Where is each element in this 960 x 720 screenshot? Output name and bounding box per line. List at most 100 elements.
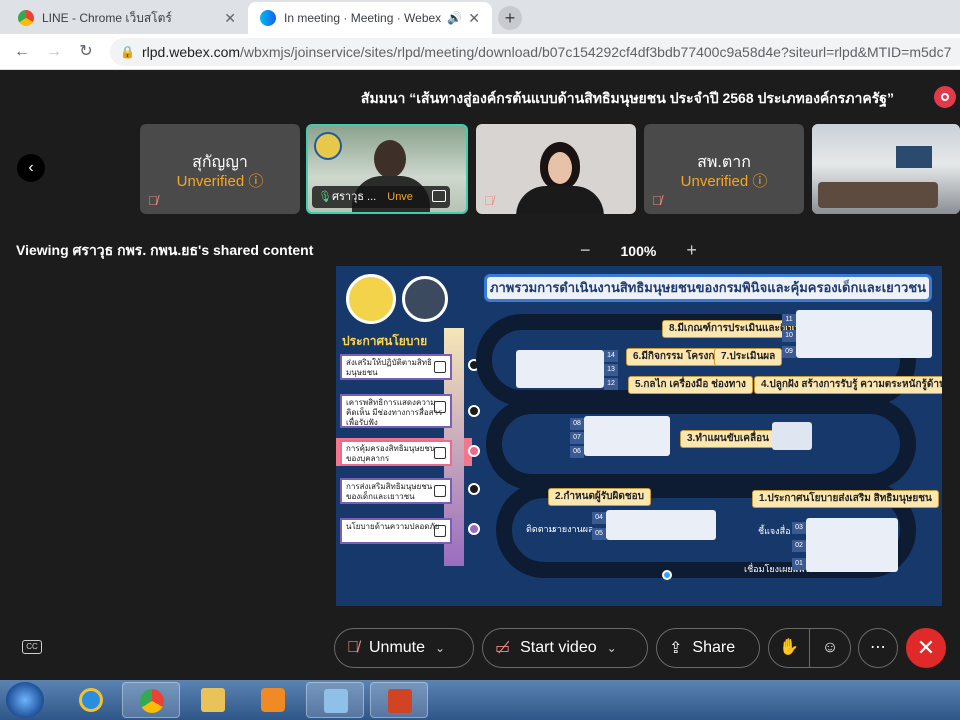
- window-icon: [324, 689, 348, 713]
- step-number: 10: [782, 330, 796, 342]
- location-pin-icon: [662, 570, 672, 580]
- reactions-button[interactable]: ☺: [809, 628, 851, 668]
- tab-line[interactable]: LINE - Chrome เว็บสโตร์ ✕: [6, 2, 248, 34]
- participant-name: ศราวุธ ...: [332, 191, 377, 203]
- close-icon[interactable]: ✕: [468, 10, 480, 27]
- browser-tab-strip: LINE - Chrome เว็บสโตร์ ✕ In meeting · M…: [0, 0, 960, 34]
- side-label: ติดตาม: [526, 524, 555, 534]
- start-video-button[interactable]: ▭̸ Start video ⌄: [482, 628, 648, 668]
- tab-meeting[interactable]: In meeting · Meeting · Webex 🔊 ✕: [248, 2, 492, 34]
- mic-icon: 🎙: [318, 191, 332, 203]
- mic-muted-icon: 🎙̸: [347, 639, 359, 656]
- chrome-webstore-icon: [18, 10, 34, 26]
- unverified-label: Unverified ⓘ: [680, 173, 768, 190]
- node-icon: [468, 445, 480, 457]
- room-screen: [896, 146, 932, 168]
- policy-item: การส่งเสริมสิทธิมนุษยชน ของเด็กและเยาวชน: [340, 478, 452, 504]
- webex-icon: [260, 10, 276, 26]
- close-icon[interactable]: ✕: [224, 10, 236, 27]
- back-arrow-icon[interactable]: ←: [10, 40, 34, 64]
- side-label: ชี้แจงสื่อ: [758, 526, 791, 536]
- director-photo: [402, 276, 448, 322]
- info-box: [516, 350, 604, 388]
- taskbar-chrome[interactable]: [122, 682, 180, 718]
- unmute-label: Unmute: [369, 639, 426, 656]
- shared-title: ภาพรวมการดำเนินงานสิทธิมนุษยชนของกรมพินิ…: [484, 274, 932, 302]
- zoom-out-button[interactable]: −: [580, 240, 591, 261]
- taskbar-media[interactable]: [244, 682, 302, 718]
- smiley-icon: ☺: [821, 639, 839, 656]
- step-number: 09: [782, 346, 796, 358]
- tab-title: LINE - Chrome เว็บสโตร์: [42, 10, 172, 25]
- help-icon: ⓘ: [248, 173, 264, 190]
- step-label: 5.กลไก เครื่องมือ ช่องทาง: [628, 376, 753, 394]
- chevron-down-icon[interactable]: ⌄: [607, 641, 617, 655]
- room-table: [818, 182, 938, 208]
- unmute-button[interactable]: 🎙̸ Unmute ⌄: [334, 628, 474, 668]
- step-number: 03: [792, 522, 806, 534]
- participant-tile[interactable]: [812, 124, 960, 214]
- policy-item: นโยบายด้านความปลอดภัย: [340, 518, 452, 544]
- speaker-icon[interactable]: 🔊: [447, 11, 462, 25]
- closed-caption-icon[interactable]: CC: [22, 640, 42, 654]
- reload-icon[interactable]: ↻: [74, 40, 98, 64]
- step-label: 1.ประกาศนโยบายส่งเสริม สิทธิมนุษยชน: [752, 490, 939, 508]
- step-label: 2.กำหนดผู้รับผิดชอบ: [548, 488, 652, 506]
- mic-muted-icon: 🎙̸: [148, 193, 158, 208]
- logo-icon: [314, 132, 342, 160]
- step-number: 05: [592, 528, 606, 540]
- step-number: 01: [792, 558, 806, 570]
- policy-item: การคุ้มครองสิทธิมนุษยชน ของบุคลากร: [340, 440, 452, 466]
- taskbar-app[interactable]: [306, 682, 364, 718]
- taskbar-ie[interactable]: [62, 682, 120, 718]
- unverified-label: Unve: [387, 191, 413, 203]
- media-player-icon: [261, 688, 285, 712]
- policy-item: ส่งเสริมให้ปฏิบัติตามสิทธิมนุษยชน: [340, 354, 452, 380]
- step-number: 02: [792, 540, 806, 552]
- node-icon: [468, 483, 480, 495]
- end-call-button[interactable]: ✕: [906, 628, 946, 668]
- step-number: 04: [592, 512, 606, 524]
- step-number: 14: [604, 350, 618, 362]
- step-number: 13: [604, 364, 618, 376]
- new-tab-button[interactable]: +: [498, 6, 522, 30]
- step-label: 7.ประเมินผล: [714, 348, 783, 366]
- participant-tile[interactable]: สุกัญญา Unverified ⓘ 🎙̸: [140, 124, 300, 214]
- participant-tile[interactable]: สพ.ตาก Unverified ⓘ 🎙̸: [644, 124, 804, 214]
- help-icon: ⓘ: [752, 173, 768, 190]
- step-number: 12: [604, 378, 618, 390]
- mic-muted-icon: 🎙̸: [484, 193, 494, 208]
- meeting-area: สัมมนา “เส้นทางสู่องค์กรต้นแบบด้านสิทธิม…: [0, 70, 960, 680]
- node-icon: [468, 523, 480, 535]
- start-button[interactable]: [6, 682, 44, 718]
- participant-tile[interactable]: 🎙̸: [476, 124, 636, 214]
- info-box: [584, 416, 670, 456]
- unverified-label: Unverified ⓘ: [176, 173, 264, 190]
- browser-toolbar: ← → ↻ 🔒 rlpd.webex.com/wbxmjs/joinservic…: [0, 34, 960, 70]
- step-number: 11: [782, 314, 796, 326]
- share-screen-icon: ⇪: [669, 640, 683, 657]
- zoom-level: 100%: [620, 242, 657, 259]
- taskbar-powerpoint[interactable]: [370, 682, 428, 718]
- taskbar: [0, 680, 960, 720]
- taskbar-explorer[interactable]: [184, 682, 242, 718]
- participant-bar: 🎙 ศราวุธ ... Unve: [312, 186, 450, 208]
- url-path: /wbxmjs/joinservice/sites/rlpd/meeting/d…: [240, 44, 952, 60]
- more-options-button[interactable]: ⋯: [858, 628, 898, 668]
- video-off-icon: ▭̸: [495, 640, 511, 657]
- folder-icon: [201, 688, 225, 712]
- record-icon[interactable]: [934, 86, 956, 108]
- side-label: รายงานผล: [552, 524, 594, 534]
- powerpoint-icon: [388, 689, 412, 713]
- share-button[interactable]: ⇪ Share: [656, 628, 760, 668]
- address-bar[interactable]: 🔒 rlpd.webex.com/wbxmjs/joinservice/site…: [110, 38, 960, 66]
- tab-title: In meeting · Meeting · Webex: [284, 11, 442, 25]
- info-box: [606, 510, 716, 540]
- forward-arrow-icon[interactable]: →: [42, 40, 66, 64]
- chrome-icon: [140, 689, 164, 713]
- zoom-in-button[interactable]: +: [686, 240, 697, 261]
- chevron-left-icon[interactable]: ‹: [17, 154, 45, 182]
- raise-hand-button[interactable]: ✋: [768, 628, 810, 668]
- participant-tile-active[interactable]: 🎙 ศราวุธ ... Unve: [306, 124, 468, 214]
- chevron-down-icon[interactable]: ⌄: [435, 641, 445, 655]
